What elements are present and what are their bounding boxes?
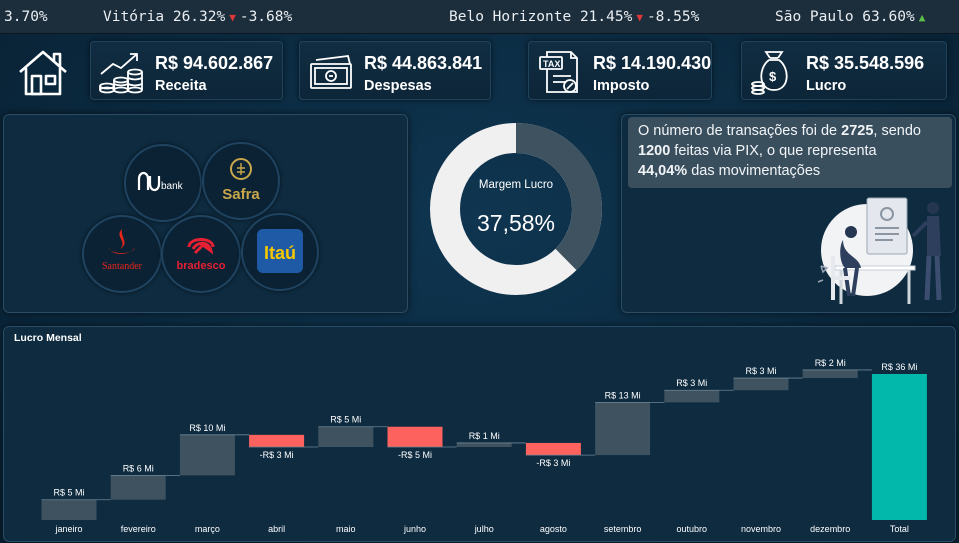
down-arrow-icon: ▼	[229, 11, 236, 24]
x-tick-label-fevereiro: fevereiro	[121, 524, 156, 534]
santander-logo[interactable]: Santander	[82, 215, 162, 293]
donut-margin-arc	[515, 123, 602, 271]
data-label-outubro: R$ 3 Mi	[676, 378, 707, 388]
santander-text: Santander	[102, 261, 143, 272]
data-label-dezembro: R$ 2 Mi	[815, 358, 846, 368]
tax-document-icon: TAX	[535, 48, 585, 96]
waterfall-bar-agosto[interactable]	[525, 442, 581, 456]
kpi-lucro-label: Lucro	[806, 78, 847, 94]
kpi-receita-value: R$ 94.602.867	[155, 53, 274, 73]
ticker-vitoria-text: Vitória 26.32%	[103, 9, 226, 25]
ticker-item-vitoria: Vitória 26.32% ▼ -3.68%	[103, 9, 292, 25]
transactions-total: 2725	[841, 123, 874, 139]
x-tick-label-setembro: setembro	[604, 524, 642, 534]
x-tick-label-junho: junho	[403, 524, 426, 534]
ticker-vitoria-change: -3.68%	[239, 9, 293, 25]
kpi-despesas-value: R$ 44.863.841	[364, 53, 483, 73]
ticker-item-1-text: 3.70%	[4, 9, 48, 25]
x-tick-label-outubro: outubro	[677, 524, 708, 534]
waterfall-bar-abril[interactable]	[249, 434, 305, 447]
ticker-item-sao-paulo: São Paulo 63.60% ▲	[775, 9, 925, 25]
ticker-item-belo-horizonte: Belo Horizonte 21.45% ▼ -8.55%	[449, 9, 699, 25]
kpi-card-lucro: $ R$ 35.548.596 Lucro	[741, 41, 947, 100]
svg-text:$: $	[769, 69, 777, 84]
kpi-card-receita: R$ 94.602.867 Receita	[90, 41, 283, 100]
transactions-pix: 1200	[638, 143, 671, 159]
ticker-bh-text: Belo Horizonte 21.45%	[449, 9, 633, 25]
waterfall-bar-junho[interactable]	[387, 426, 443, 447]
ticker-bar: 3.70% Vitória 26.32% ▼ -3.68% Belo Horizon…	[0, 0, 959, 34]
kpi-receita-label: Receita	[155, 78, 207, 94]
cash-bill-icon	[306, 48, 356, 96]
data-label-agosto: -R$ 3 Mi	[536, 458, 570, 468]
data-label-janeiro: R$ 5 Mi	[53, 488, 84, 498]
kpi-card-despesas: R$ 44.863.841 Despesas	[299, 41, 491, 100]
home-icon[interactable]	[14, 44, 72, 102]
ticker-bh-change: -8.55%	[646, 9, 700, 25]
money-bag-icon: $	[748, 48, 798, 96]
transactions-percent: 44,04%	[638, 163, 688, 179]
itau-logo[interactable]: Itaú	[241, 213, 319, 291]
waterfall-bar-outubro[interactable]	[664, 390, 720, 403]
x-tick-label-total: Total	[890, 524, 909, 534]
svg-text:TAX: TAX	[543, 59, 560, 69]
x-tick-label-julho: julho	[474, 524, 494, 534]
data-label-novembro: R$ 3 Mi	[745, 366, 776, 376]
data-label-fevereiro: R$ 6 Mi	[123, 463, 154, 473]
transactions-text-3: feitas via PIX, o que representa	[670, 143, 877, 159]
monthly-profit-waterfall-chart: R$ 5 Mi janeiro R$ 6 Mi fevereiro R$ 10 Mi ma…	[41, 358, 927, 534]
business-meeting-illustration	[817, 197, 942, 304]
x-tick-label-janeiro: janeiro	[54, 524, 82, 534]
itau-text: Itaú	[264, 243, 296, 263]
up-arrow-icon: ▲	[918, 11, 926, 24]
kpi-lucro-value: R$ 35.548.596	[806, 53, 925, 73]
safra-text: Safra	[222, 186, 260, 203]
transactions-summary: O número de transações foi de 2725, send…	[628, 117, 952, 188]
waterfall-bar-fevereiro[interactable]	[110, 475, 166, 500]
waterfall-bar-janeiro[interactable]	[41, 499, 97, 520]
transactions-text-2: , sendo	[873, 123, 921, 139]
x-tick-label-novembro: novembro	[741, 524, 781, 534]
waterfall-bar-julho[interactable]	[456, 442, 512, 447]
ticker-sp-text: São Paulo 63.60%	[775, 9, 915, 25]
waterfall-bar-março[interactable]	[179, 434, 235, 476]
bradesco-logo[interactable]: bradesco	[161, 215, 241, 293]
waterfall-bar-dezembro[interactable]	[802, 369, 858, 379]
x-tick-label-dezembro: dezembro	[810, 524, 850, 534]
kpi-imposto-value: R$ 14.190.430	[593, 53, 712, 73]
data-label-julho: R$ 1 Mi	[469, 431, 500, 441]
kpi-despesas-label: Despesas	[364, 78, 432, 94]
safra-logo[interactable]: Safra	[202, 142, 280, 220]
donut-value: 37,58%	[476, 210, 555, 236]
data-label-setembro: R$ 13 Mi	[605, 390, 641, 400]
x-tick-label-março: março	[195, 524, 220, 534]
waterfall-bar-maio[interactable]	[318, 426, 374, 447]
kpi-imposto-label: Imposto	[593, 78, 650, 94]
data-label-junho: -R$ 5 Mi	[398, 450, 432, 460]
down-arrow-icon: ▼	[636, 11, 643, 24]
nubank-logo[interactable]: bank	[124, 144, 202, 222]
waterfall-bar-setembro[interactable]	[595, 402, 651, 456]
x-tick-label-agosto: agosto	[540, 524, 567, 534]
ticker-item-1: 3.70%	[4, 9, 48, 25]
waterfall-bar-novembro[interactable]	[733, 378, 789, 391]
nubank-text: bank	[161, 181, 184, 192]
donut-title: Margem Lucro	[478, 179, 554, 191]
data-label-total: R$ 36 Mi	[881, 362, 917, 372]
revenue-growth-icon	[97, 48, 147, 96]
data-label-março: R$ 10 Mi	[189, 423, 225, 433]
waterfall-bar-total[interactable]	[871, 374, 927, 520]
kpi-card-imposto: TAX R$ 14.190.430 Imposto	[528, 41, 712, 100]
profit-margin-donut	[430, 123, 602, 295]
transactions-text-1: O número de transações foi de	[638, 123, 842, 139]
data-label-maio: R$ 5 Mi	[330, 415, 361, 425]
transactions-text-4: das movimentações	[687, 163, 821, 179]
x-tick-label-abril: abril	[268, 524, 285, 534]
bradesco-text: bradesco	[177, 260, 226, 272]
data-label-abril: -R$ 3 Mi	[260, 450, 294, 460]
x-tick-label-maio: maio	[336, 524, 356, 534]
